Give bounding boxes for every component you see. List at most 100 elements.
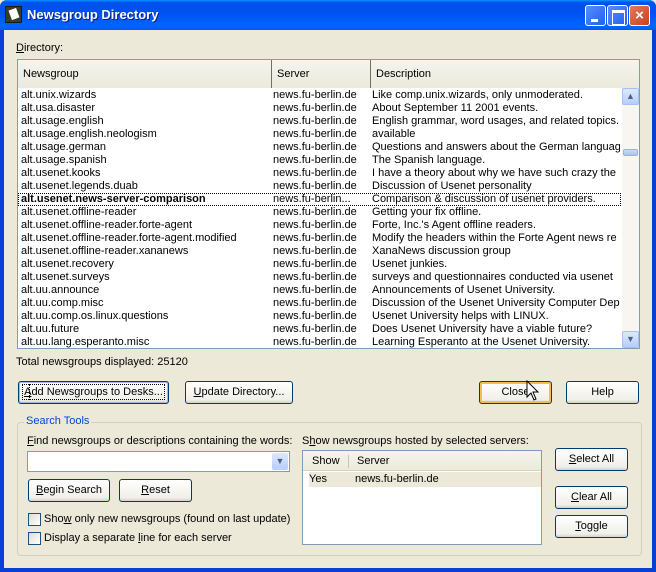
column-separator[interactable]	[348, 455, 349, 468]
minimize-button[interactable]	[585, 5, 606, 26]
newsgroup-cell: alt.uu.comp.os.linux.questions	[21, 310, 169, 322]
server-cell: news.fu-berlin.de	[273, 128, 357, 140]
newsgroup-cell: alt.usage.spanish	[21, 154, 107, 166]
table-row[interactable]: alt.usenet.recovery news.fu-berlin.de Usen…	[18, 258, 621, 271]
window-title: Newsgroup Directory	[27, 7, 159, 22]
vertical-scrollbar[interactable]: ▲ ▼	[622, 88, 639, 348]
server-cell: news.fu-berlin.de	[273, 258, 357, 270]
close-window-button[interactable]: ×	[629, 5, 650, 26]
description-cell: surveys and questionnaires conducted via…	[372, 271, 613, 283]
table-row[interactable]: alt.uu.announce news.fu-berlin.de Announce…	[18, 284, 621, 297]
table-row[interactable]: alt.uu.lang.esperanto.misc news.fu-berlin…	[18, 336, 621, 348]
mouse-cursor-icon	[526, 380, 540, 401]
description-cell: available	[372, 128, 416, 140]
newsgroup-cell: alt.uu.comp.misc	[21, 297, 104, 309]
search-tools-title: Search Tools	[24, 415, 92, 427]
newsgroup-cell: alt.uu.announce	[21, 284, 100, 296]
table-row[interactable]: alt.usenet.offline-reader.forte-agent new…	[18, 219, 621, 232]
table-row[interactable]: alt.usage.english news.fu-berlin.de Englis…	[18, 115, 621, 128]
server-cell: news.fu-berlin.de	[273, 102, 357, 114]
newsgroup-cell: alt.usenet.offline-reader.forte-agent.mo…	[21, 232, 237, 244]
server-cell: news.fu-berlin.de	[273, 245, 357, 257]
description-cell: Getting your fix offline.	[372, 206, 482, 218]
column-header-newsgroup[interactable]: Newsgroup	[18, 60, 272, 88]
app-icon	[5, 6, 22, 23]
separate-line-checkbox[interactable]	[28, 532, 41, 545]
column-header-server[interactable]: Server	[272, 60, 371, 88]
table-row[interactable]: alt.usage.spanish news.fu-berlin.de The Sp…	[18, 154, 621, 167]
server-row[interactable]: Yes news.fu-berlin.de	[309, 472, 541, 487]
show-only-new-label[interactable]: Show only new newsgroups (found on last …	[44, 513, 290, 525]
description-cell: Does Usenet University have a viable fut…	[372, 323, 593, 335]
server-cell: news.fu-berlin.de	[273, 89, 357, 101]
combo-dropdown-button[interactable]: ▼	[272, 453, 288, 470]
description-cell: Discussion of the Usenet University Comp…	[372, 297, 620, 309]
scroll-up-button[interactable]: ▲	[622, 88, 639, 105]
close-button[interactable]: Close	[479, 381, 552, 404]
help-button[interactable]: Help	[566, 381, 639, 404]
column-header-show[interactable]: Show	[312, 451, 340, 471]
scrollbar-thumb[interactable]	[623, 149, 638, 156]
column-header-description[interactable]: Description	[371, 60, 639, 88]
server-cell: news.fu-berlin.de	[273, 271, 357, 283]
newsgroup-cell: alt.unix.wizards	[21, 89, 97, 101]
table-row[interactable]: alt.usenet.kooks news.fu-berlin.de I have …	[18, 167, 621, 180]
description-cell: Discussion of Usenet personality	[372, 180, 532, 192]
chevron-down-icon: ▼	[275, 456, 285, 466]
newsgroup-cell: alt.usage.english.neologism	[21, 128, 157, 140]
server-cell: news.fu-berlin.de	[273, 180, 357, 192]
table-row[interactable]: alt.unix.wizards news.fu-berlin.de Like co…	[18, 89, 621, 102]
title-bar[interactable]: Newsgroup Directory ×	[0, 0, 656, 30]
maximize-button[interactable]	[607, 5, 628, 26]
clear-all-button[interactable]: Clear All	[555, 486, 628, 509]
find-label: Find newsgroups or descriptions containi…	[27, 435, 293, 447]
add-newsgroups-to-desks-button[interactable]: Add Newsgroups to Desks...	[18, 381, 169, 404]
server-cell: news.fu-berlin.de	[273, 284, 357, 296]
server-list-header: Show Server	[303, 451, 541, 471]
description-cell: Modify the headers within the Forte Agen…	[372, 232, 617, 244]
table-row[interactable]: alt.usage.english.neologism news.fu-berli…	[18, 128, 621, 141]
server-cell: news.fu-berlin.de	[273, 297, 357, 309]
server-cell: news.fu-berlin.de	[273, 206, 357, 218]
table-row[interactable]: alt.uu.future news.fu-berlin.de Does Usene…	[18, 323, 621, 336]
directory-label: Directory:	[16, 42, 64, 54]
reset-button[interactable]: Reset	[119, 479, 192, 502]
newsgroup-cell: alt.uu.lang.esperanto.misc	[21, 336, 150, 348]
server-cell: news.fu-berlin.de	[273, 323, 357, 335]
description-cell: Forte, Inc.'s Agent offline readers.	[372, 219, 536, 231]
description-cell: I have a theory about why we have such c…	[372, 167, 616, 179]
find-words-combobox[interactable]: ▼	[27, 451, 290, 472]
table-row[interactable]: alt.usa.disaster news.fu-berlin.de About S…	[18, 102, 621, 115]
server-cell: news.fu-berlin.de	[273, 219, 357, 231]
column-header-server[interactable]: Server	[357, 451, 389, 471]
dialog-client-area: Directory: Newsgroup Server Description …	[4, 30, 652, 568]
newsgroup-cell: alt.usenet.offline-reader.forte-agent	[21, 219, 193, 231]
show-only-new-checkbox[interactable]	[28, 513, 41, 526]
table-row[interactable]: alt.uu.comp.os.linux.questions news.fu-be…	[18, 310, 621, 323]
toggle-button[interactable]: Toggle	[555, 515, 628, 538]
select-all-button[interactable]: Select All	[555, 448, 628, 471]
server-cell: news.fu-berlin.de	[273, 154, 357, 166]
table-row[interactable]: alt.usenet.offline-reader.xananews news.f…	[18, 245, 621, 258]
server-cell: news.fu-berlin.de	[273, 115, 357, 127]
newsgroup-cell: alt.usage.english	[21, 115, 104, 127]
table-row[interactable]: alt.usenet.news-server-comparison news.fu…	[18, 193, 621, 206]
table-row[interactable]: alt.usenet.offline-reader news.fu-berlin.…	[18, 206, 621, 219]
table-row[interactable]: alt.usenet.legends.duab news.fu-berlin.de…	[18, 180, 621, 193]
separate-line-label[interactable]: Display a separate line for each server	[44, 532, 232, 544]
newsgroup-cell: alt.usenet.kooks	[21, 167, 101, 179]
table-row[interactable]: alt.usage.german news.fu-berlin.de Questio…	[18, 141, 621, 154]
description-cell: Usenet junkies.	[372, 258, 448, 270]
server-cell: news.fu-berlin.de	[273, 167, 357, 179]
description-cell: English grammar, word usages, and relate…	[372, 115, 620, 127]
table-row[interactable]: alt.usenet.offline-reader.forte-agent.mo…	[18, 232, 621, 245]
table-row[interactable]: alt.usenet.surveys news.fu-berlin.de surve…	[18, 271, 621, 284]
server-list[interactable]: Show Server Yes news.fu-berlin.de	[302, 450, 542, 545]
update-directory-button[interactable]: Update Directory...	[185, 381, 293, 404]
table-row[interactable]: alt.uu.comp.misc news.fu-berlin.de Discuss…	[18, 297, 621, 310]
newsgroup-list[interactable]: Newsgroup Server Description alt.unix.wi…	[17, 59, 640, 349]
begin-search-button[interactable]: Begin Search	[28, 479, 110, 502]
scroll-down-button[interactable]: ▼	[622, 331, 639, 348]
newsgroup-cell: alt.usenet.surveys	[21, 271, 110, 283]
close-icon: ×	[635, 7, 644, 24]
